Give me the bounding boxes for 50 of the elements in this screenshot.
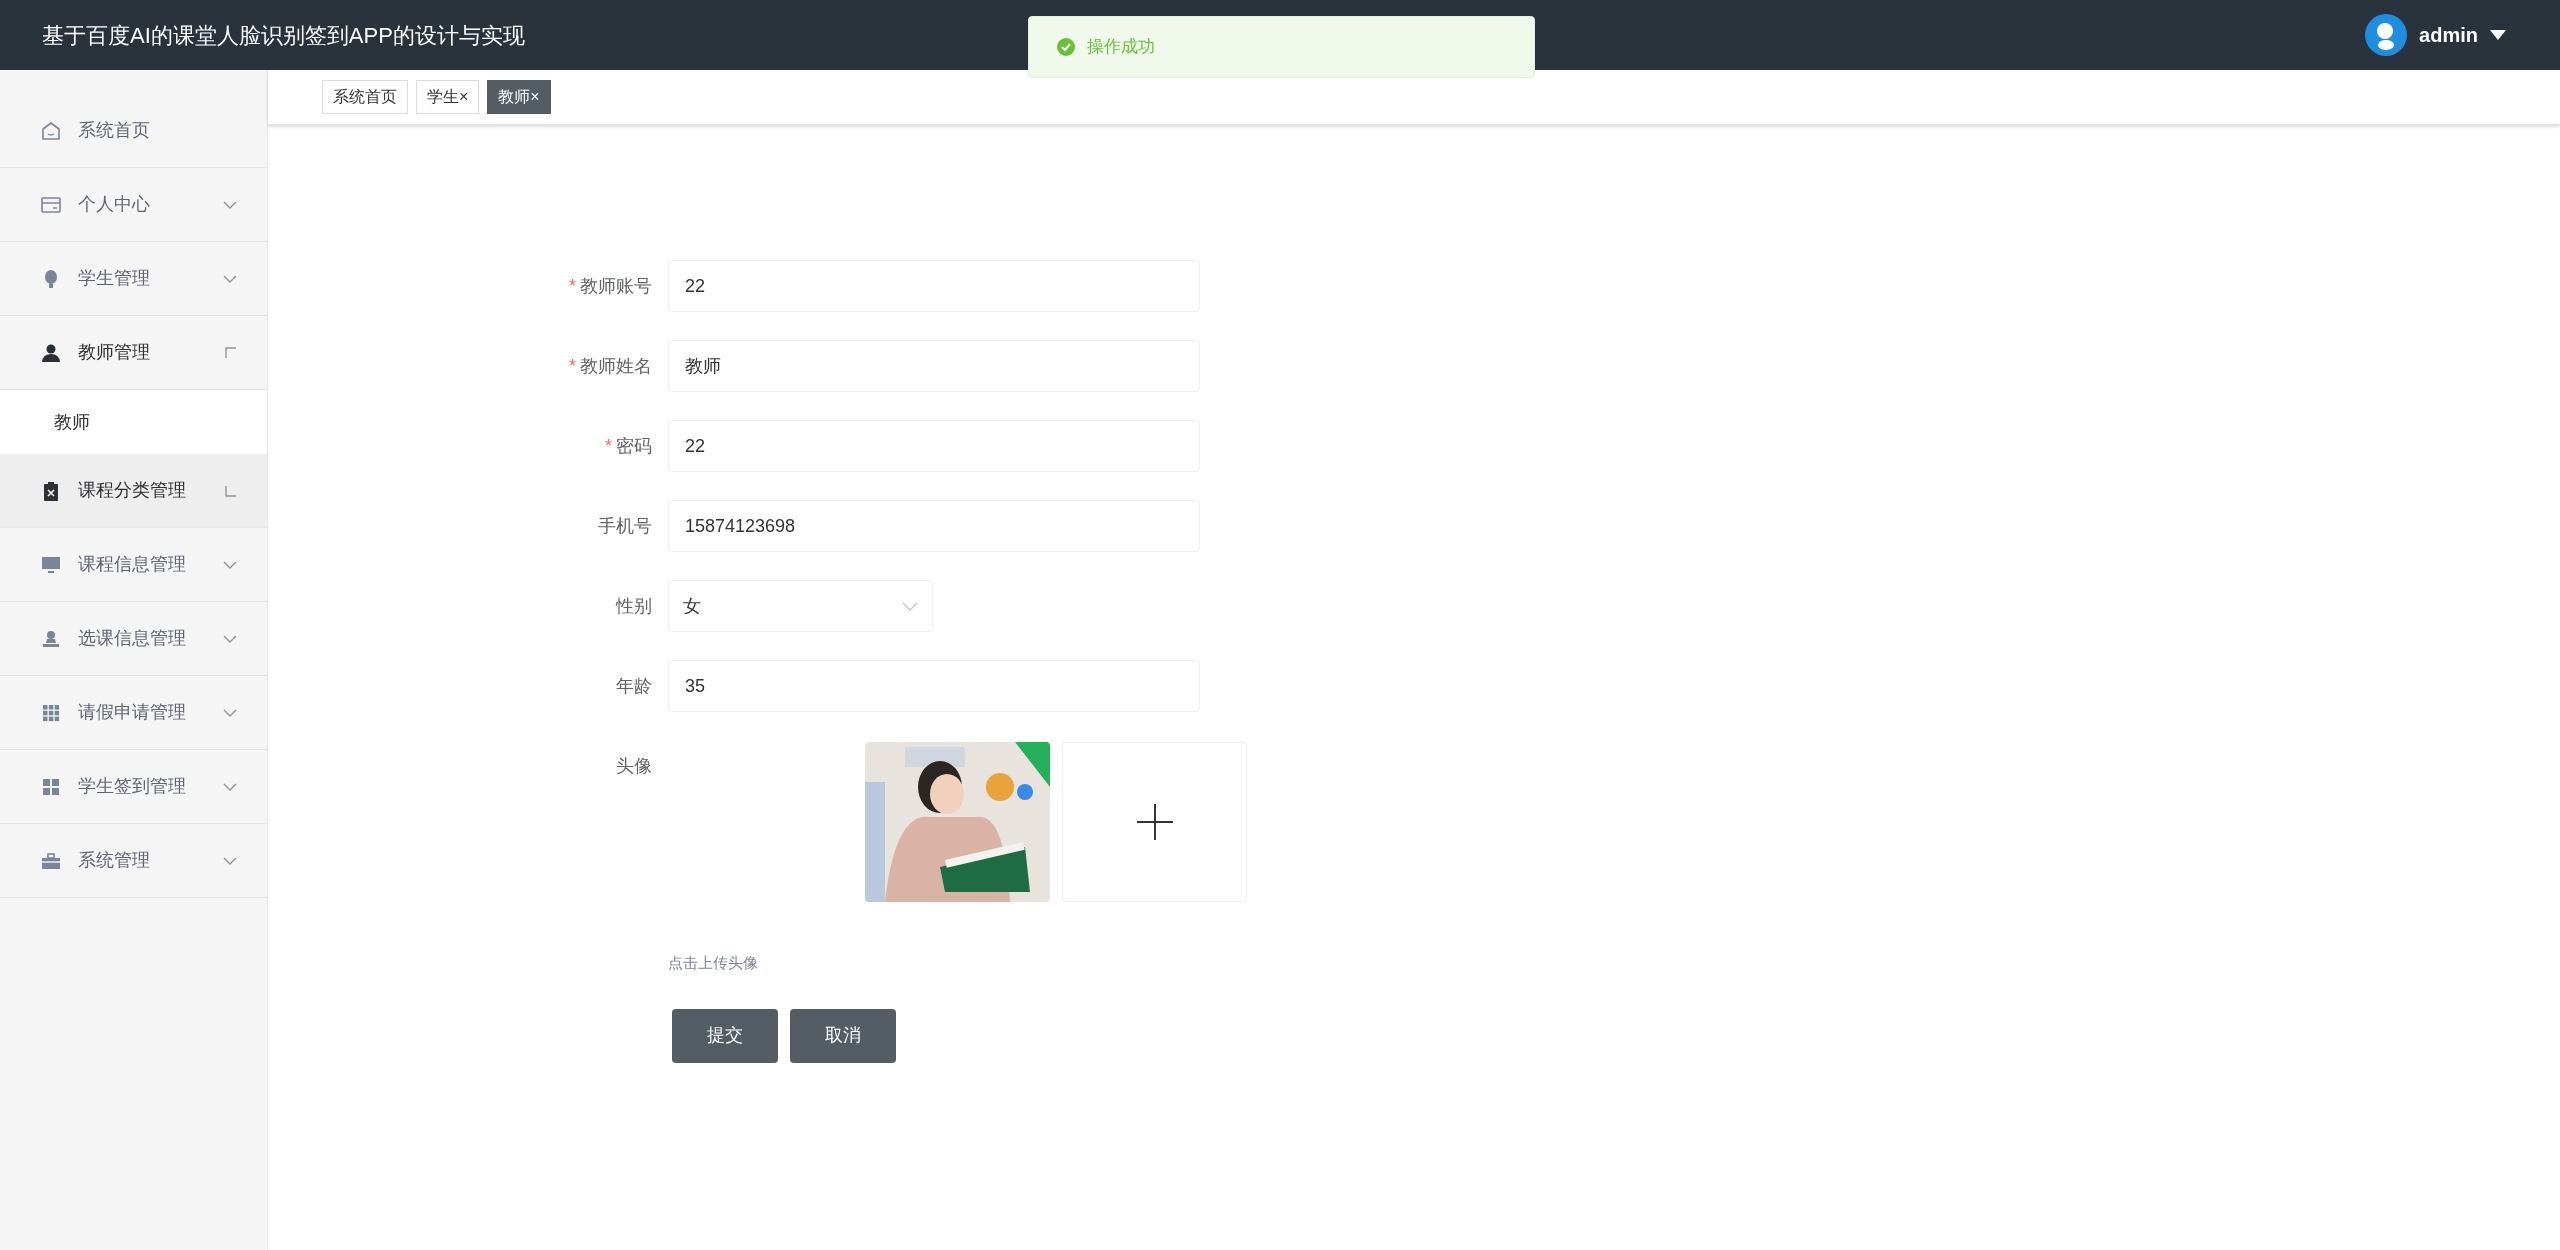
input-field[interactable]: 35: [668, 660, 1200, 712]
field-label: 性别: [616, 594, 652, 618]
corner-icon: [225, 346, 237, 359]
menu-item[interactable]: 个人中心: [0, 168, 267, 242]
menu-item[interactable]: 课程分类管理: [0, 454, 267, 528]
chevron-down-icon: [223, 708, 237, 717]
home-icon: [40, 119, 62, 142]
page-tab[interactable]: 学生×: [416, 80, 480, 114]
chevron-down-icon: [902, 601, 918, 611]
menu-item[interactable]: 请假申请管理: [0, 676, 267, 750]
page-tab[interactable]: 系统首页: [322, 80, 408, 114]
upload-hint: 点击上传头像: [668, 953, 758, 973]
chevron-down-icon: [223, 560, 237, 569]
corner-icon: [225, 484, 237, 497]
required-mark: *: [569, 354, 576, 378]
app-title: 基于百度AI的课堂人脸识别签到APP的设计与实现: [42, 21, 525, 50]
field-label: 年龄: [616, 674, 652, 698]
menu-item[interactable]: 系统管理: [0, 824, 267, 898]
caret-icon[interactable]: [2490, 30, 2506, 40]
toast-message: 操作成功: [1087, 36, 1155, 59]
menu-item[interactable]: 课程信息管理: [0, 528, 267, 602]
input-field[interactable]: 15874123698: [668, 500, 1200, 552]
chevron-down-icon: [223, 856, 237, 865]
menu-item[interactable]: 选课信息管理: [0, 602, 267, 676]
field-label: 教师账号: [580, 274, 652, 298]
user-name[interactable]: admin: [2419, 20, 2478, 50]
field-label: 密码: [616, 434, 652, 458]
field-label: 头像: [616, 754, 652, 778]
required-mark: *: [569, 274, 576, 298]
form-button[interactable]: 取消: [790, 1008, 896, 1063]
chevron-down-icon: [223, 200, 237, 209]
field-label: 教师姓名: [580, 354, 652, 378]
menu-item[interactable]: 学生签到管理: [0, 750, 267, 824]
submenu-item[interactable]: 教师: [0, 390, 267, 454]
page-tab[interactable]: 教师×: [487, 80, 551, 114]
gender-select[interactable]: 女: [668, 580, 933, 632]
chevron-down-icon: [223, 634, 237, 643]
check-icon: [1057, 38, 1075, 56]
field-label: 手机号: [598, 514, 652, 538]
input-field[interactable]: 22: [668, 260, 1200, 312]
required-mark: *: [605, 434, 612, 458]
plus-icon: [1136, 804, 1173, 840]
input-field[interactable]: 22: [668, 420, 1200, 472]
chevron-down-icon: [223, 782, 237, 791]
avatar-icon: [2365, 14, 2408, 56]
menu-item[interactable]: 学生管理: [0, 242, 267, 316]
form-button[interactable]: 提交: [672, 1008, 778, 1063]
input-field[interactable]: 教师: [668, 340, 1200, 392]
chevron-down-icon: [223, 274, 237, 283]
menu-item[interactable]: 系统首页: [0, 94, 267, 168]
